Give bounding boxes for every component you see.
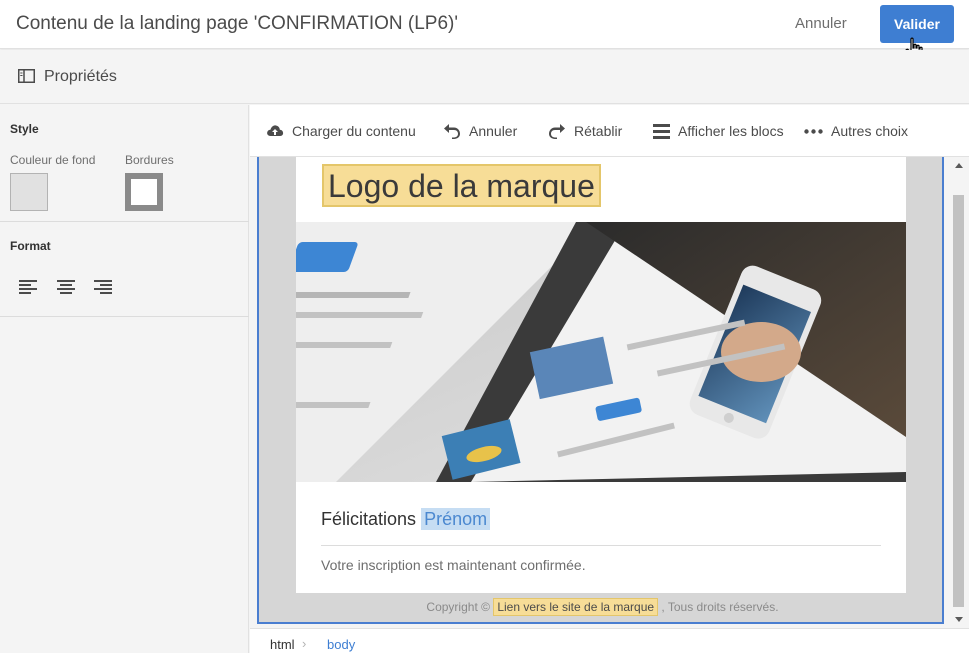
format-section-title: Format xyxy=(10,239,51,253)
upload-content-button[interactable]: Charger du contenu xyxy=(266,121,416,141)
upload-cloud-icon xyxy=(267,125,284,136)
borders-picker[interactable] xyxy=(125,173,163,211)
firstname-personalization-field[interactable]: Prénom xyxy=(421,508,491,530)
scroll-up-icon[interactable] xyxy=(955,163,963,168)
properties-sidebar: Style Couleur de fond Bordures Format xyxy=(0,105,249,653)
content-divider xyxy=(321,545,881,546)
scroll-down-icon[interactable] xyxy=(955,617,963,622)
more-icon xyxy=(804,128,823,134)
redo-button[interactable]: Rétablir xyxy=(548,121,622,141)
congrats-text: Félicitations xyxy=(321,509,417,529)
canvas-scrollbar[interactable] xyxy=(949,157,969,628)
breadcrumb-html[interactable]: html xyxy=(270,637,295,652)
confirmation-text: Votre inscription est maintenant confirm… xyxy=(321,557,586,573)
background-color-picker[interactable] xyxy=(10,173,48,211)
scroll-thumb[interactable] xyxy=(953,195,964,607)
undo-label: Annuler xyxy=(469,123,518,139)
header-bar: Contenu de la landing page 'CONFIRMATION… xyxy=(0,0,969,49)
brand-site-link[interactable]: Lien vers le site de la marque xyxy=(493,598,659,616)
blocks-icon xyxy=(653,123,670,139)
congrats-line: Félicitations Prénom xyxy=(321,508,491,530)
style-section: Style Couleur de fond Bordures xyxy=(0,105,249,222)
email-content[interactable]: Logo de la marque Félicitations Prénom V… xyxy=(296,157,906,593)
align-center-icon[interactable] xyxy=(56,279,76,295)
redo-label: Rétablir xyxy=(574,123,623,139)
borders-label: Bordures xyxy=(125,153,174,167)
undo-icon xyxy=(444,124,460,139)
style-section-title: Style xyxy=(10,122,39,136)
email-footer: Copyright © Lien vers le site de la marq… xyxy=(259,598,946,616)
footer-copyright: Copyright © xyxy=(426,600,490,614)
cancel-button[interactable]: Annuler xyxy=(795,15,847,32)
redo-icon xyxy=(549,124,565,139)
breadcrumb-separator-icon: › xyxy=(302,636,307,651)
properties-label: Propriétés xyxy=(44,68,117,85)
upload-content-label: Charger du contenu xyxy=(292,123,416,139)
hero-image[interactable] xyxy=(296,222,906,482)
panel-icon xyxy=(18,69,35,83)
more-options-button[interactable]: Autres choix xyxy=(804,121,908,141)
format-section: Format xyxy=(0,222,249,317)
show-blocks-label: Afficher les blocs xyxy=(678,123,784,139)
page-title: Contenu de la landing page 'CONFIRMATION… xyxy=(16,13,458,34)
brand-logo-placeholder[interactable]: Logo de la marque xyxy=(322,164,601,207)
breadcrumb: html › body xyxy=(250,628,969,653)
editor-toolbar: Charger du contenu Annuler Rétablir Affi… xyxy=(250,105,969,157)
breadcrumb-body[interactable]: body xyxy=(327,637,355,652)
more-options-label: Autres choix xyxy=(831,123,909,139)
show-blocks-button[interactable]: Afficher les blocs xyxy=(653,121,784,141)
properties-bar: Propriétés xyxy=(0,50,969,104)
align-left-icon[interactable] xyxy=(19,279,39,295)
background-color-label: Couleur de fond xyxy=(10,153,96,167)
align-right-icon[interactable] xyxy=(93,279,113,295)
footer-rights: , Tous droits réservés. xyxy=(661,600,779,614)
editor-canvas[interactable]: Logo de la marque Félicitations Prénom V… xyxy=(257,157,944,624)
undo-button[interactable]: Annuler xyxy=(443,121,517,141)
